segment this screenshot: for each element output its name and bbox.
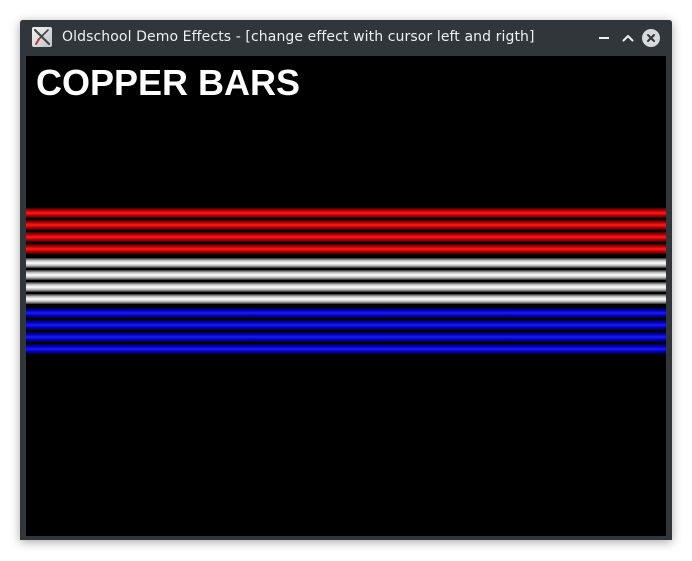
copper-bar-white [26, 270, 666, 280]
copper-bar-red [26, 208, 666, 218]
app-window: Oldschool Demo Effects - [change effect … [20, 20, 672, 540]
close-icon [642, 29, 660, 47]
close-button[interactable] [641, 28, 661, 48]
copper-bar-red [26, 232, 666, 242]
copper-bar-blue [26, 320, 666, 330]
copper-bar-blue [26, 344, 666, 354]
x-window-icon[interactable] [32, 27, 52, 47]
copper-bar-red [26, 244, 666, 254]
minimize-icon [599, 37, 609, 39]
desktop: Oldschool Demo Effects - [change effect … [0, 0, 692, 561]
copper-bar-white [26, 282, 666, 292]
copper-bar-blue [26, 332, 666, 342]
window-titlebar[interactable]: Oldschool Demo Effects - [change effect … [20, 20, 672, 56]
copper-bar-white [26, 258, 666, 268]
minimize-button[interactable] [594, 28, 614, 48]
copper-bar-white [26, 294, 666, 304]
maximize-icon [622, 35, 634, 42]
window-title: Oldschool Demo Effects - [change effect … [62, 29, 535, 45]
maximize-button[interactable] [618, 28, 638, 48]
effect-title: COPPER BARS [36, 62, 301, 103]
copper-bar-red [26, 220, 666, 230]
effect-canvas[interactable]: COPPER BARS [26, 56, 666, 536]
copper-bar-blue [26, 308, 666, 318]
